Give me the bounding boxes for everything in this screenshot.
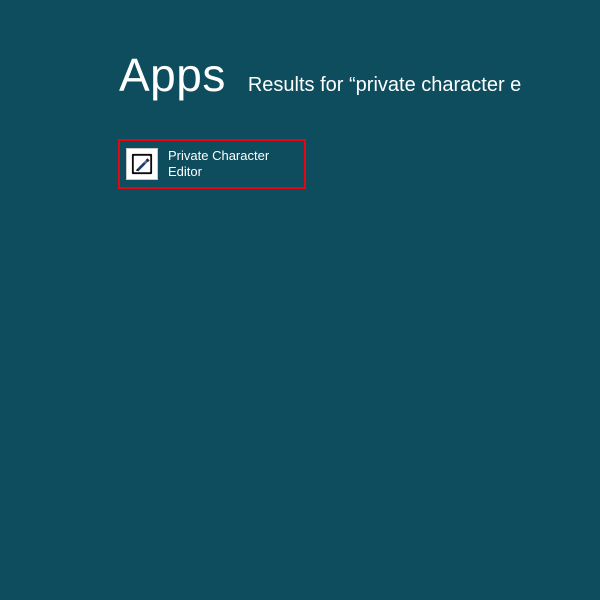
eudcedit-icon [126, 148, 158, 180]
page-title: Apps [119, 48, 226, 102]
results-subtitle: Results for “private character e [248, 74, 521, 97]
header: Apps Results for “private character e [119, 48, 521, 102]
tile-label: Private Character Editor [168, 148, 288, 180]
search-result-tile[interactable]: Private Character Editor [118, 139, 306, 189]
